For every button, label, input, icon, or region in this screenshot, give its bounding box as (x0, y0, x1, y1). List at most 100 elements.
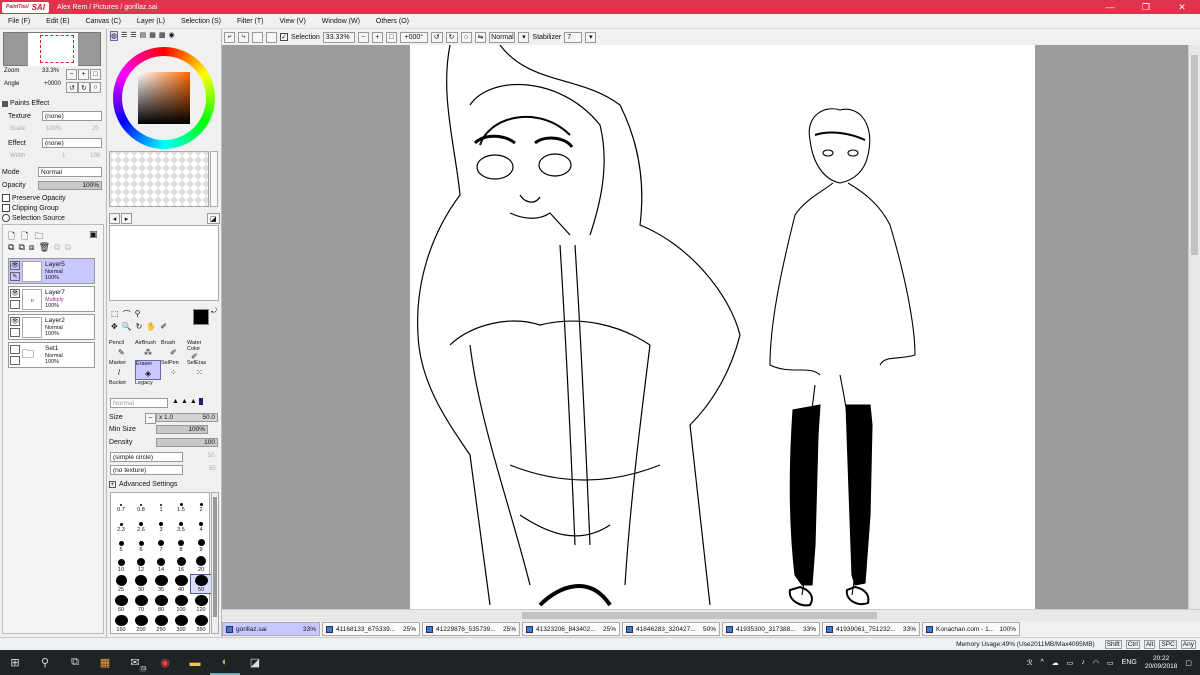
nav-rotate-left-icon[interactable]: ↺ (66, 82, 78, 93)
doc-tab[interactable]: gorillaz.sai 33% (222, 622, 320, 636)
brush-size-preset[interactable]: 8 (171, 535, 191, 553)
stabilizer-arrow-icon[interactable]: ▾ (585, 31, 597, 43)
scratchpad-area[interactable] (109, 225, 219, 301)
pen-lock-icon[interactable]: ✎ (10, 272, 20, 281)
tray-chevron-icon[interactable]: ^ (1041, 659, 1044, 666)
brush-size-scrollbar[interactable] (211, 492, 219, 634)
brush-size-preset[interactable]: 9 (191, 535, 211, 553)
nav-rotate-reset-icon[interactable]: ○ (90, 82, 101, 93)
brush-size-preset[interactable]: 1.5 (171, 495, 191, 513)
brush-size-preset[interactable]: 7 (151, 535, 171, 553)
layer-row-layer2[interactable]: 👁 Layer2 Normal 100% (8, 314, 95, 340)
brush-size-preset[interactable]: 16 (171, 555, 191, 573)
brush-size-preset[interactable]: 5 (111, 535, 131, 553)
size-bar[interactable]: x 1.0 50.0 (156, 413, 218, 422)
close-button[interactable]: ✕ (1164, 0, 1200, 14)
scratchpad-tab-icon[interactable]: ◉ (169, 31, 175, 41)
brush-size-preset[interactable]: 2 (191, 495, 211, 513)
tip-square-icon[interactable]: ■ (198, 398, 204, 405)
min-size-bar[interactable]: 100% (156, 425, 208, 434)
doc-tab[interactable]: 41846283_320427... 50% (622, 622, 720, 636)
tool-eraser[interactable]: Eraser ◈ (135, 360, 161, 380)
tip-round-icon[interactable]: ▲ (181, 398, 188, 405)
brush-size-preset[interactable]: 60 (111, 595, 131, 613)
zoom-icon[interactable]: 🔍 (122, 322, 132, 331)
brush-size-preset[interactable]: 350 (191, 615, 211, 633)
windows-start-icon[interactable]: ⊞ (0, 650, 30, 675)
canvas-viewport[interactable] (222, 45, 1188, 609)
texture-select[interactable]: (none) (42, 111, 102, 121)
view-mode-select[interactable]: Normal (489, 31, 516, 43)
primary-color-swatch[interactable] (193, 309, 209, 325)
menu-filter[interactable]: Filter (T) (237, 18, 263, 25)
battery-icon[interactable]: ▭ (1107, 659, 1114, 667)
tool-bucket[interactable]: Bucket (109, 380, 135, 392)
maximize-button[interactable]: ❐ (1128, 0, 1164, 14)
doc-tab[interactable]: Konachan.com - 1... 100% (922, 622, 1020, 636)
selection-checkbox[interactable]: ✓ (280, 33, 288, 41)
merge-down-icon[interactable]: ⧉ (18, 242, 24, 253)
brush-blend-mode[interactable]: Normal (110, 398, 168, 408)
swatch-add-icon[interactable]: ◂ (109, 213, 120, 224)
system-clock[interactable]: 20:22 20/09/2018 (1145, 655, 1178, 671)
lock-slot-icon[interactable] (10, 328, 20, 337)
brush-shape-select[interactable]: (simple circle) (110, 452, 183, 462)
chrome-icon[interactable]: ◉ (150, 650, 180, 675)
eye-icon[interactable]: 👁 (10, 261, 20, 270)
brush-size-preset[interactable]: 80 (151, 595, 171, 613)
clear-layer-icon[interactable]: ⧈ (29, 242, 35, 253)
store-icon[interactable]: ▦ (90, 650, 120, 675)
network-icon[interactable]: ▭ (1067, 659, 1074, 667)
doc-tab[interactable]: 41323206_843402... 25% (522, 622, 620, 636)
brush-size-preset[interactable]: 0.7 (111, 495, 131, 513)
color-wheel-tab-icon[interactable]: ◍ (110, 31, 119, 41)
invert-icon[interactable]: ⤷ (238, 31, 249, 43)
swap-colors-icon[interactable]: ⤾ (211, 308, 217, 316)
flip-icon[interactable]: ⇋ (474, 31, 487, 43)
painttool-sai-icon[interactable]: ◐ (210, 650, 240, 675)
brush-size-preset[interactable]: 120 (191, 595, 211, 613)
blank-button-2[interactable] (266, 31, 277, 43)
eyedropper-icon[interactable]: ✐ (160, 322, 167, 331)
nav-rotate-right-icon[interactable]: ↻ (78, 82, 90, 93)
tool-water-color[interactable]: Water Color ✐ (187, 340, 211, 361)
file-explorer-icon[interactable]: ▬ (180, 650, 210, 675)
menu-window[interactable]: Window (W) (322, 18, 360, 25)
brush-size-preset[interactable]: 250 (151, 615, 171, 633)
intermediate-tab-icon[interactable]: ▩ (159, 31, 166, 41)
drawing-canvas[interactable] (410, 45, 1035, 609)
layer-mode-select[interactable]: Normal (38, 167, 102, 177)
brush-texture-select[interactable]: (no texture) (110, 465, 183, 475)
stabilizer-select[interactable]: 7 (564, 31, 583, 43)
rgb-slider-tab-icon[interactable]: ☰ (121, 31, 127, 41)
menu-others[interactable]: Others (O) (376, 18, 409, 25)
effect-select[interactable]: (none) (42, 138, 102, 148)
brush-size-preset[interactable]: 1 (151, 495, 171, 513)
menu-edit[interactable]: Edit (E) (46, 18, 69, 25)
eye-icon[interactable]: 👁 (10, 289, 20, 298)
brush-size-preset[interactable]: 3 (151, 515, 171, 533)
brush-size-preset[interactable]: 25 (111, 575, 131, 593)
rotate-right-icon[interactable]: ↻ (445, 31, 458, 43)
doc-tab[interactable]: 41935300_317388... 33% (722, 622, 820, 636)
doc-tab[interactable]: 41229876_535739... 25% (422, 622, 520, 636)
brush-size-preset[interactable]: 100 (171, 595, 191, 613)
menu-file[interactable]: File (F) (8, 18, 30, 25)
color-wheel[interactable] (113, 47, 215, 149)
tool-legacy[interactable]: Legacy (135, 380, 161, 392)
brush-size-preset[interactable]: 70 (131, 595, 151, 613)
tool-marker[interactable]: Marker / (109, 360, 135, 380)
layer-row-set1[interactable]: 🗀 Set1 Normal 100% (8, 342, 95, 368)
angle-field[interactable]: +000° (399, 31, 428, 43)
advanced-expand-icon[interactable]: + (109, 481, 116, 488)
brush-size-preset[interactable]: 200 (131, 615, 151, 633)
color-swatch-grid[interactable] (109, 151, 209, 207)
navigator-preview[interactable] (3, 32, 101, 66)
hand-icon[interactable]: ✋ (146, 322, 156, 331)
zoom-minus-icon[interactable]: − (357, 31, 369, 43)
horizontal-scrollbar[interactable] (222, 609, 1200, 621)
rect-select-icon[interactable]: ⬚ (111, 309, 119, 320)
lock-slot-icon[interactable] (10, 356, 20, 365)
eye-icon[interactable]: 👁 (10, 317, 20, 326)
brush-size-preset[interactable]: 2.3 (111, 515, 131, 533)
